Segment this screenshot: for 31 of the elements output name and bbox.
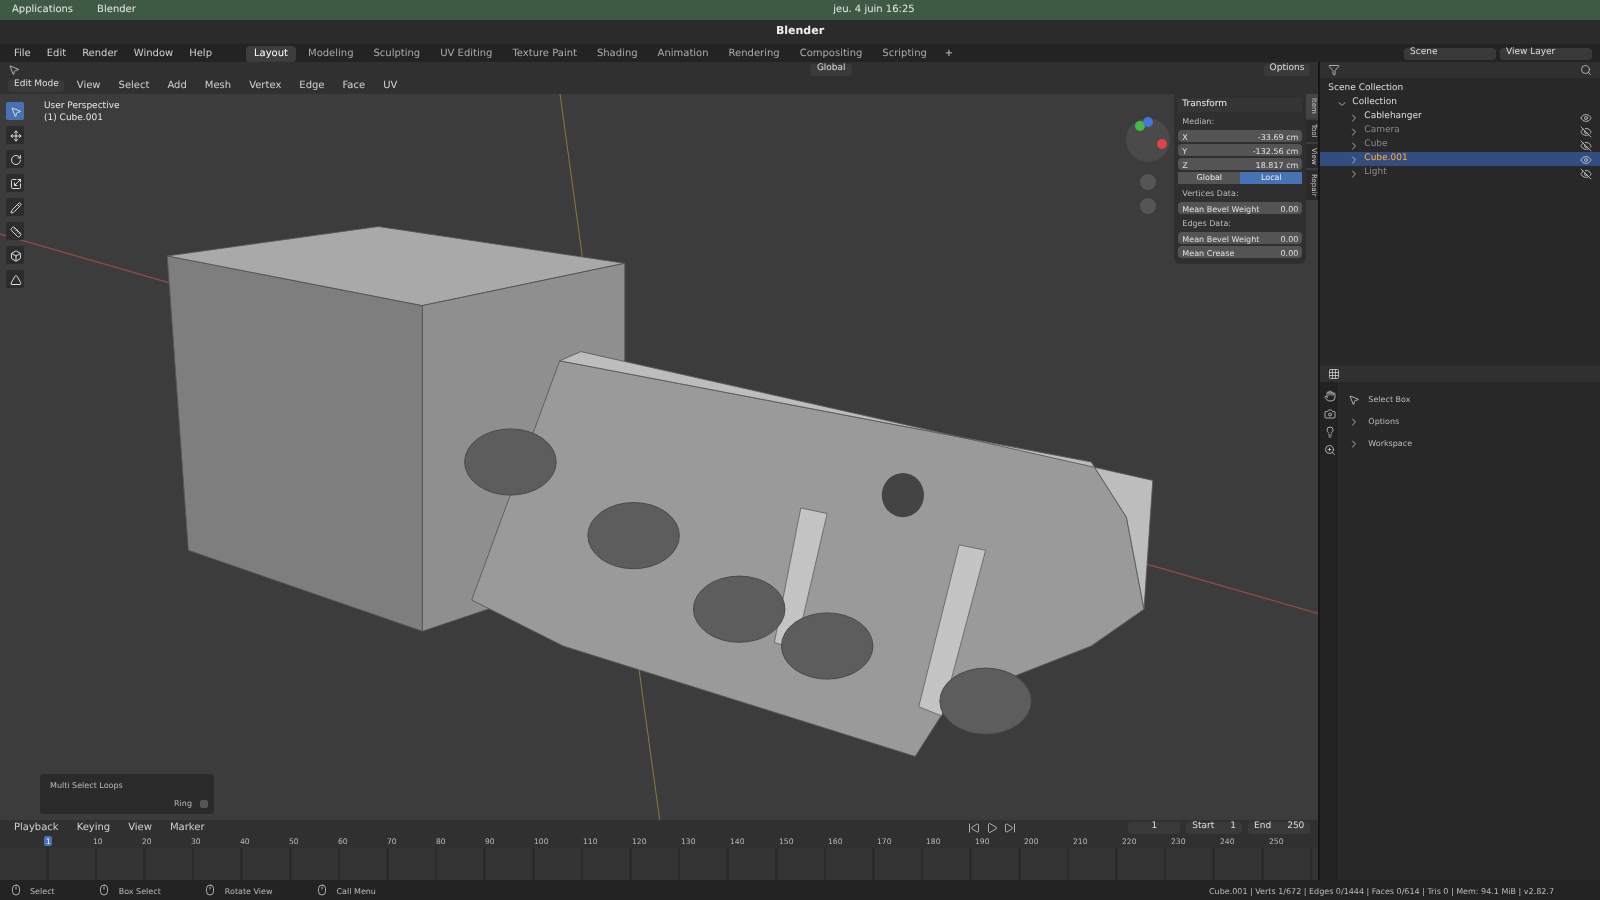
play-icon[interactable] [986,822,999,834]
timeline-track[interactable] [0,848,1319,880]
rotate-icon[interactable] [6,150,24,168]
skip-forward-icon[interactable] [1004,822,1017,834]
eye-closed-icon[interactable] [1580,125,1592,137]
skip-back-icon[interactable] [968,822,981,834]
ruler-icon[interactable] [6,222,24,240]
cursor-icon[interactable] [8,64,20,76]
eye-icon[interactable] [1580,111,1592,123]
move-icon[interactable] [6,126,24,144]
triangle-icon[interactable] [6,270,24,288]
tool-tab-icon[interactable] [1323,390,1336,402]
editor-type-icon[interactable] [1328,368,1341,380]
eye-icon[interactable] [1580,153,1592,165]
eye-closed-icon[interactable] [1580,139,1592,151]
zoom-icon[interactable] [1323,444,1336,456]
cube-icon[interactable] [6,246,24,264]
scale-icon[interactable] [6,174,24,192]
mouse-icon[interactable] [316,884,329,896]
mouse-icon[interactable] [204,884,217,896]
pencil-icon[interactable] [6,198,24,216]
eye-closed-icon[interactable] [1580,167,1592,179]
mouse-icon[interactable] [98,884,111,896]
ring-checkbox[interactable] [200,799,208,807]
filter-icon[interactable] [1328,64,1341,76]
cursor-icon[interactable] [1348,393,1361,405]
search-icon[interactable] [1580,64,1592,76]
mouse-icon[interactable] [10,884,22,896]
select-tool-icon[interactable] [6,102,24,120]
render-tab-icon[interactable] [1323,408,1336,420]
light-tab-icon[interactable] [1323,426,1336,438]
